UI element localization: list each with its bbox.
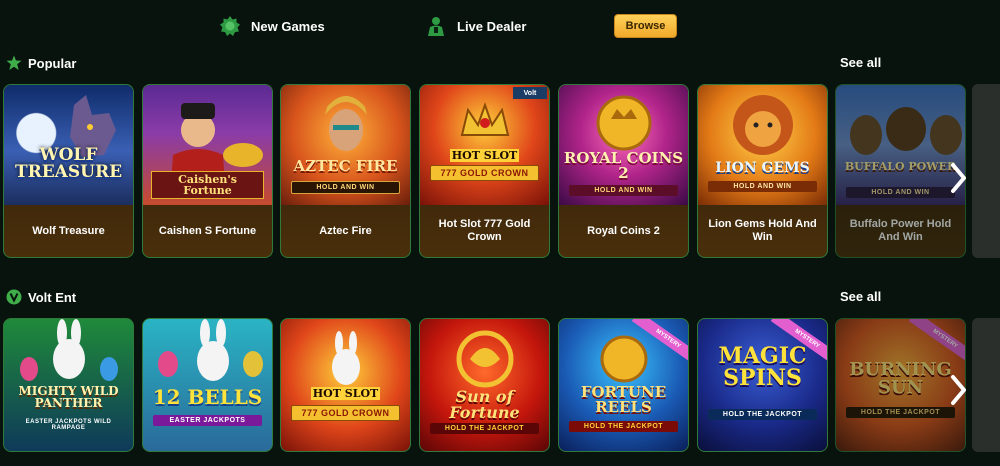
game-logo-subtitle: HOLD AND WIN bbox=[708, 181, 817, 192]
popular-title-label: Popular bbox=[28, 55, 77, 71]
game-card-mighty-wild-panther[interactable]: MIGHTY WILD PANTHER EASTER JACKPOTS WILD… bbox=[3, 318, 134, 452]
game-logo-subtitle: 777 GOLD CROWN bbox=[430, 165, 539, 181]
popular-section-title: Popular bbox=[6, 52, 76, 74]
game-logo: HOT SLOT bbox=[450, 149, 519, 162]
nav-live-dealer[interactable]: Live Dealer bbox=[425, 12, 526, 40]
game-logo: BURNING SUN bbox=[849, 359, 952, 398]
popular-see-all-link[interactable]: See all bbox=[840, 52, 881, 74]
game-logo-subtitle: HOLD THE JACKPOT bbox=[430, 423, 539, 434]
volt-v-icon bbox=[6, 289, 22, 305]
game-thumbnail: Volt HOT SLOT 777 GOLD CROWN bbox=[420, 85, 549, 205]
game-title: Aztec Fire bbox=[319, 224, 372, 237]
game-logo: 12 BELLS bbox=[152, 385, 263, 409]
game-card-caishen-s-fortune[interactable]: Caishen's Fortune Caishen S Fortune bbox=[142, 84, 273, 258]
game-logo: BUFFALO POWER bbox=[844, 160, 957, 173]
game-logo-subtitle: HOLD THE JACKPOT bbox=[708, 409, 817, 420]
game-logo: FORTUNE REELS bbox=[580, 383, 667, 416]
game-title: Caishen S Fortune bbox=[158, 224, 257, 237]
game-card-magic-spins[interactable]: MYSTERY MAGIC SPINS HOLD THE JACKPOT bbox=[697, 318, 828, 452]
chevron-right-icon bbox=[949, 162, 967, 199]
dealer-icon bbox=[425, 15, 447, 37]
game-logo: WOLF TREASURE bbox=[14, 145, 123, 182]
game-logo-subtitle: HOLD AND WIN bbox=[569, 185, 678, 196]
game-card-12-bells[interactable]: 12 BELLS EASTER JACKPOTS bbox=[142, 318, 273, 452]
popular-section-header: Popular See all bbox=[0, 52, 1000, 74]
game-thumbnail: AZTEC FIRE HOLD AND WIN bbox=[281, 85, 410, 205]
game-title: Buffalo Power Hold And Win bbox=[849, 218, 952, 243]
game-card-lion-gems[interactable]: LION GEMS HOLD AND WIN Lion Gems Hold An… bbox=[697, 84, 828, 258]
popular-next-arrow[interactable] bbox=[946, 160, 970, 200]
game-thumbnail: Caishen's Fortune bbox=[143, 85, 272, 205]
game-card-fortune-reels[interactable]: MYSTERY FORTUNE REELS HOLD THE JACKPOT bbox=[558, 318, 689, 452]
game-card-sun-of-fortune[interactable]: Sun of Fortune HOLD THE JACKPOT bbox=[419, 318, 550, 452]
game-thumbnail: LION GEMS HOLD AND WIN bbox=[698, 85, 827, 205]
game-logo: ROYAL COINS 2 bbox=[563, 149, 684, 182]
game-logo-subtitle: HOLD AND WIN bbox=[291, 181, 400, 194]
volt-next-arrow[interactable] bbox=[946, 372, 970, 412]
volt-section-header: Volt Ent See all bbox=[0, 286, 1000, 308]
game-logo-subtitle: 777 GOLD CROWN bbox=[291, 405, 400, 421]
game-logo-subtitle: HOLD THE JACKPOT bbox=[846, 407, 955, 418]
game-card-hot-slot[interactable]: HOT SLOT 777 GOLD CROWN bbox=[280, 318, 411, 452]
game-logo-subtitle: EASTER JACKPOTS bbox=[153, 415, 262, 426]
popular-games-row: WOLF TREASURE Wolf Treasure Caishen's Fo… bbox=[0, 84, 1000, 258]
game-title: Wolf Treasure bbox=[32, 224, 105, 237]
game-card-hot-slot-777-gold-crown[interactable]: Volt HOT SLOT 777 GOLD CROWN Hot Slot 77… bbox=[419, 84, 550, 258]
game-logo: LION GEMS bbox=[715, 160, 810, 176]
volt-title-label: Volt Ent bbox=[28, 289, 77, 305]
game-card-royal-coins-2[interactable]: ROYAL COINS 2 HOLD AND WIN Royal Coins 2 bbox=[558, 84, 689, 258]
row-edge-peek bbox=[972, 84, 1000, 258]
game-card-wolf-treasure[interactable]: WOLF TREASURE Wolf Treasure bbox=[3, 84, 134, 258]
volt-see-all-link[interactable]: See all bbox=[840, 286, 881, 308]
nav-live-dealer-label: Live Dealer bbox=[457, 18, 527, 34]
game-title: Lion Gems Hold And Win bbox=[708, 218, 817, 243]
browse-button[interactable]: Browse bbox=[614, 14, 677, 38]
sun-badge-icon bbox=[219, 15, 241, 37]
game-logo: MAGIC SPINS bbox=[718, 343, 807, 391]
nav-new-games[interactable]: New Games bbox=[219, 12, 325, 40]
game-thumbnail: ROYAL COINS 2 HOLD AND WIN bbox=[559, 85, 688, 205]
game-logo: Caishen's Fortune bbox=[151, 171, 264, 199]
volt-games-row: MIGHTY WILD PANTHER EASTER JACKPOTS WILD… bbox=[0, 318, 1000, 452]
game-logo: AZTEC FIRE bbox=[293, 157, 398, 175]
volt-section-title: Volt Ent bbox=[6, 286, 76, 308]
game-logo-subtitle: HOLD THE JACKPOT bbox=[569, 421, 678, 432]
game-thumbnail: WOLF TREASURE bbox=[4, 85, 133, 205]
top-navigation: New Games Live Dealer Browse bbox=[0, 0, 1000, 52]
row-edge-peek bbox=[972, 318, 1000, 452]
game-logo-subtitle: EASTER JACKPOTS WILD RAMPAGE bbox=[25, 419, 112, 431]
chevron-right-icon bbox=[949, 374, 967, 411]
game-logo: Sun of Fortune bbox=[449, 387, 520, 422]
provider-badge: Volt bbox=[513, 87, 547, 99]
game-logo-subtitle: HOLD AND WIN bbox=[846, 187, 955, 198]
game-title: Royal Coins 2 bbox=[587, 224, 660, 237]
game-title: Hot Slot 777 Gold Crown bbox=[438, 218, 531, 243]
nav-new-games-label: New Games bbox=[251, 18, 325, 34]
game-card-aztec-fire[interactable]: AZTEC FIRE HOLD AND WIN Aztec Fire bbox=[280, 84, 411, 258]
game-logo: MIGHTY WILD PANTHER bbox=[18, 384, 119, 410]
star-icon bbox=[6, 55, 22, 71]
game-logo: HOT SLOT bbox=[311, 387, 380, 400]
